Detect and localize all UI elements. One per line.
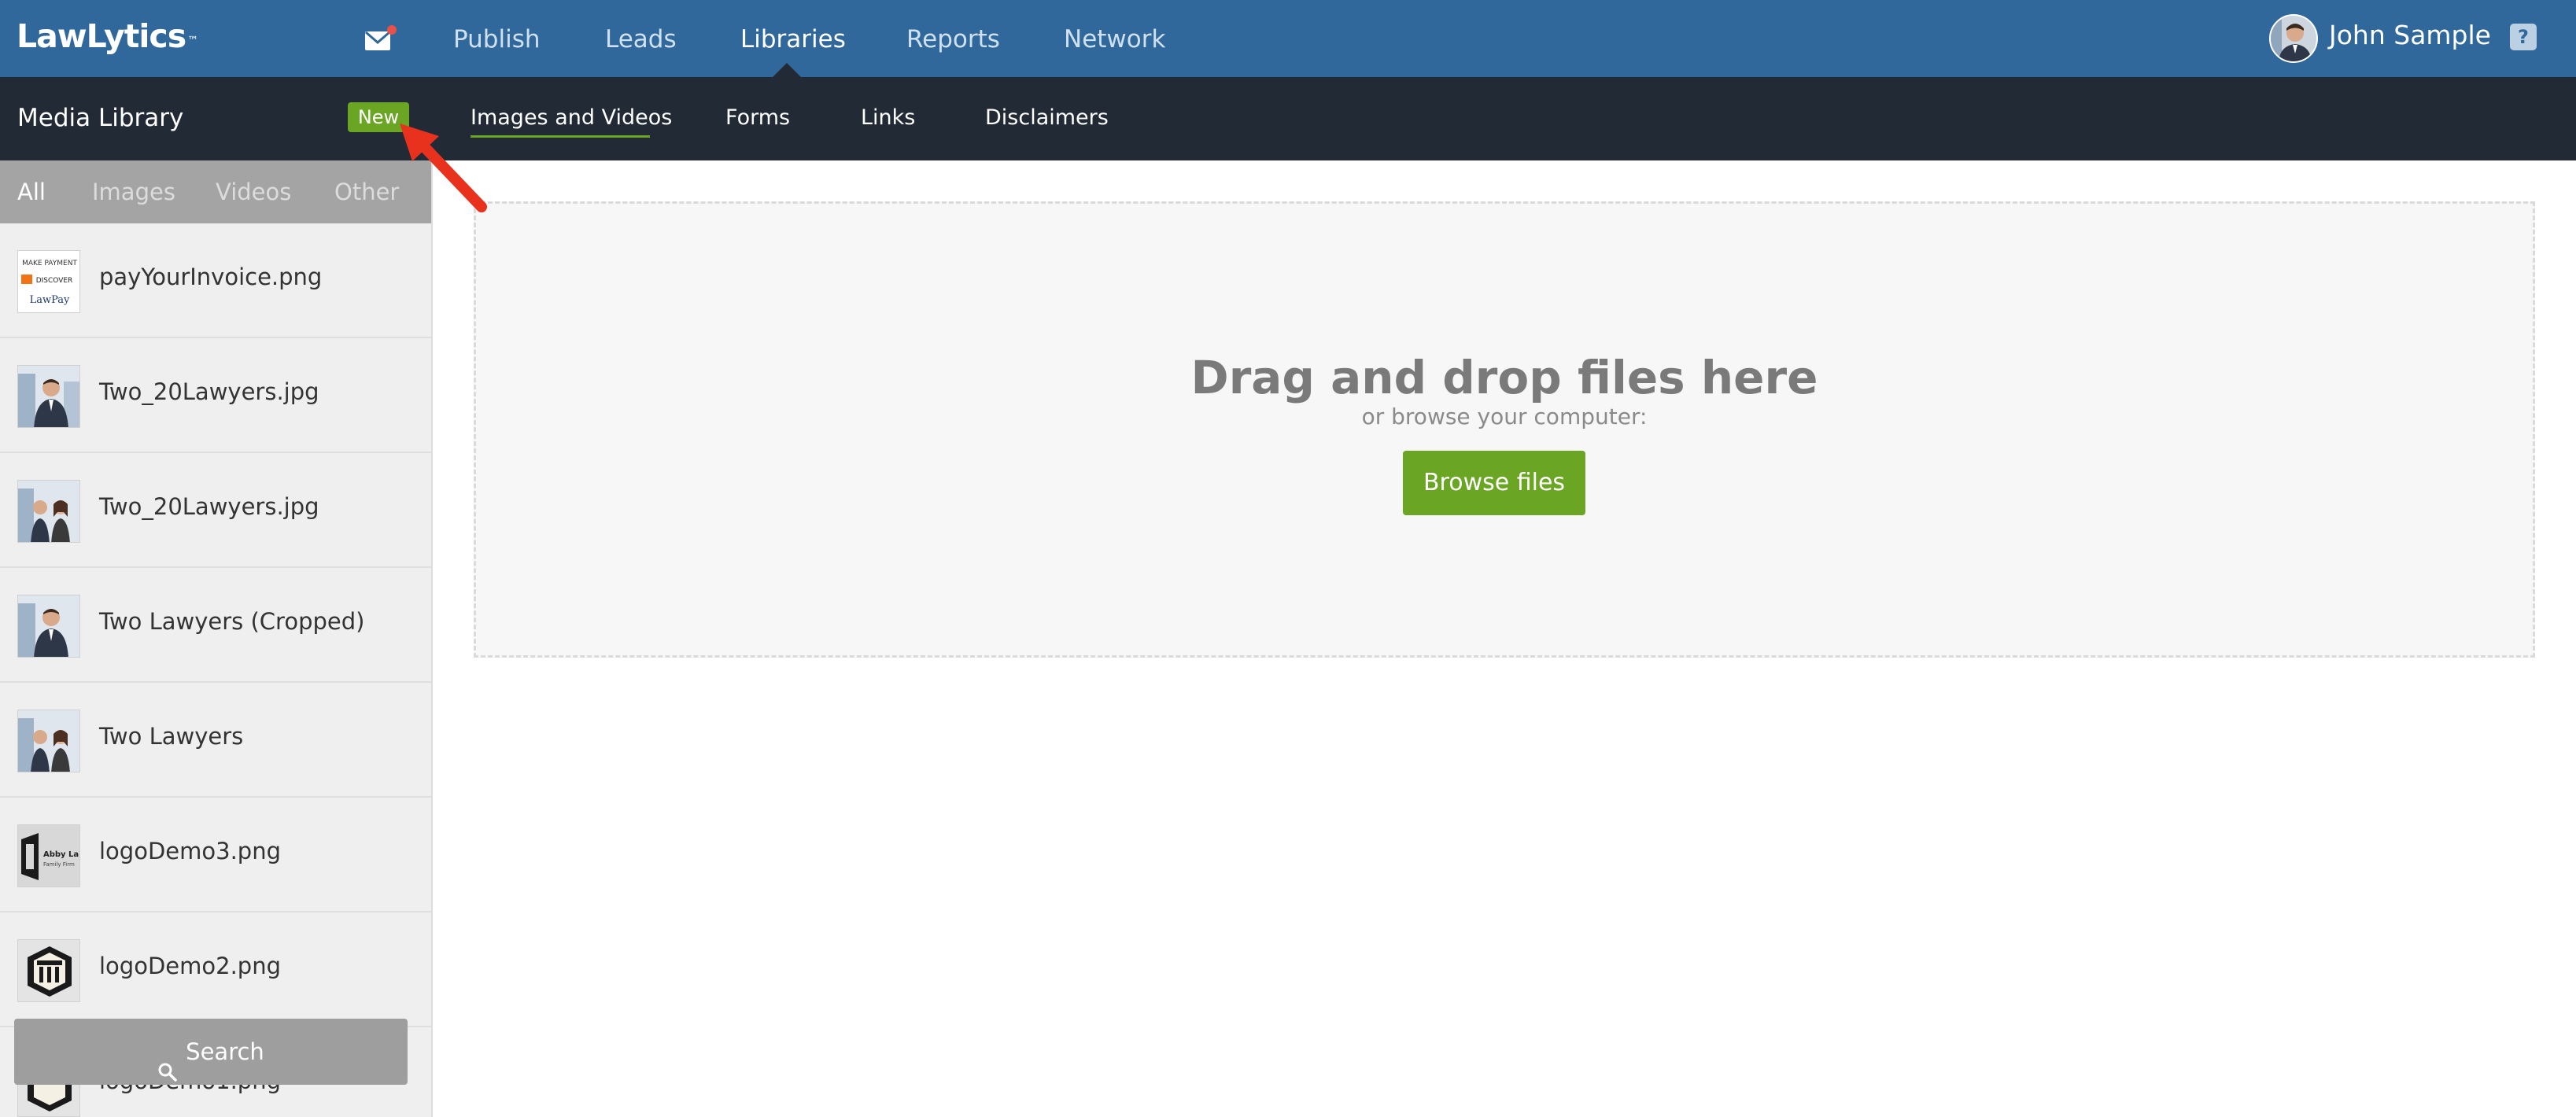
media-list: MAKE PAYMENT DISCOVER LawPay payYourInvo… bbox=[0, 223, 431, 1117]
active-subnav-underline bbox=[471, 135, 650, 138]
nav-reports[interactable]: Reports bbox=[906, 22, 1000, 57]
active-nav-caret bbox=[773, 63, 801, 77]
logo-demo-thumbnail-icon bbox=[17, 939, 80, 1002]
browse-files-button[interactable]: Browse files bbox=[1403, 451, 1585, 515]
media-name: Two Lawyers bbox=[99, 723, 244, 750]
section-title: Media Library bbox=[17, 104, 184, 132]
media-list-item[interactable]: Two_20Lawyers.jpg bbox=[0, 338, 431, 453]
media-name: logoDemo2.png bbox=[99, 953, 281, 979]
svg-text:Abby La: Abby La bbox=[43, 850, 79, 859]
media-name: payYourInvoice.png bbox=[99, 264, 323, 290]
media-list-item[interactable]: Abby La Family Firm logoDemo3.png bbox=[0, 798, 431, 912]
nav-publish[interactable]: Publish bbox=[453, 22, 541, 57]
media-sidebar: All Images Videos Other MAKE PAYMENT DIS… bbox=[0, 160, 433, 1117]
media-list-item[interactable]: Two_20Lawyers.jpg bbox=[0, 453, 431, 568]
svg-text:DISCOVER: DISCOVER bbox=[36, 277, 73, 285]
filter-other[interactable]: Other bbox=[334, 175, 399, 209]
file-drop-zone[interactable]: Drag and drop files here or browse your … bbox=[474, 201, 2535, 658]
filter-videos[interactable]: Videos bbox=[216, 175, 291, 209]
subnav-links[interactable]: Links bbox=[861, 101, 915, 135]
media-name: Two_20Lawyers.jpg bbox=[99, 378, 319, 405]
lawyers-thumbnail-icon bbox=[17, 480, 80, 543]
lawyers-thumbnail-icon bbox=[17, 595, 80, 658]
lawyers-thumbnail-icon bbox=[17, 365, 80, 428]
filter-all[interactable]: All bbox=[17, 175, 46, 209]
search-icon bbox=[157, 1041, 178, 1082]
subnav-forms[interactable]: Forms bbox=[725, 101, 790, 135]
filter-tabs: All Images Videos Other bbox=[0, 160, 431, 223]
mail-icon[interactable] bbox=[364, 24, 398, 55]
drop-zone-title: Drag and drop files here bbox=[1190, 351, 1818, 404]
section-bar: Media Library New Images and Videos Form… bbox=[0, 77, 2576, 160]
svg-text:LawPay: LawPay bbox=[30, 294, 70, 306]
media-name: Two Lawyers (Cropped) bbox=[99, 608, 365, 635]
top-bar: LawLytics ™ Publish Leads Libraries Repor… bbox=[0, 0, 2576, 77]
svg-text:Family Firm: Family Firm bbox=[43, 861, 75, 868]
lawlytics-logo[interactable]: LawLytics ™ bbox=[17, 17, 198, 55]
invoice-thumbnail-icon: MAKE PAYMENT DISCOVER LawPay bbox=[17, 250, 80, 313]
user-avatar[interactable] bbox=[2269, 14, 2318, 63]
drop-zone-subtitle: or browse your computer: bbox=[1361, 404, 1648, 429]
annotation-arrow-icon bbox=[393, 122, 496, 216]
media-list-item[interactable]: logoDemo2.png bbox=[0, 912, 431, 1027]
subnav-images-and-videos[interactable]: Images and Videos bbox=[471, 101, 672, 135]
media-name: logoDemo3.png bbox=[99, 838, 281, 864]
nav-network[interactable]: Network bbox=[1064, 22, 1165, 57]
media-name: Two_20Lawyers.jpg bbox=[99, 493, 319, 520]
nav-leads[interactable]: Leads bbox=[605, 22, 677, 57]
search-label: Search bbox=[186, 1038, 264, 1065]
subnav-disclaimers[interactable]: Disclaimers bbox=[985, 101, 1109, 135]
media-list-item[interactable]: Two Lawyers (Cropped) bbox=[0, 568, 431, 683]
media-list-item[interactable]: Two Lawyers bbox=[0, 683, 431, 798]
help-icon[interactable]: ? bbox=[2510, 24, 2537, 50]
media-list-item[interactable]: MAKE PAYMENT DISCOVER LawPay payYourInvo… bbox=[0, 223, 431, 338]
logo-demo-thumbnail-icon: Abby La Family Firm bbox=[17, 824, 80, 887]
search-button[interactable]: Search bbox=[14, 1019, 408, 1085]
filter-images[interactable]: Images bbox=[92, 175, 175, 209]
nav-libraries[interactable]: Libraries bbox=[740, 22, 846, 57]
lawyers-thumbnail-icon bbox=[17, 710, 80, 772]
svg-text:MAKE PAYMENT: MAKE PAYMENT bbox=[22, 260, 77, 267]
user-name[interactable]: John Sample bbox=[2329, 17, 2491, 53]
